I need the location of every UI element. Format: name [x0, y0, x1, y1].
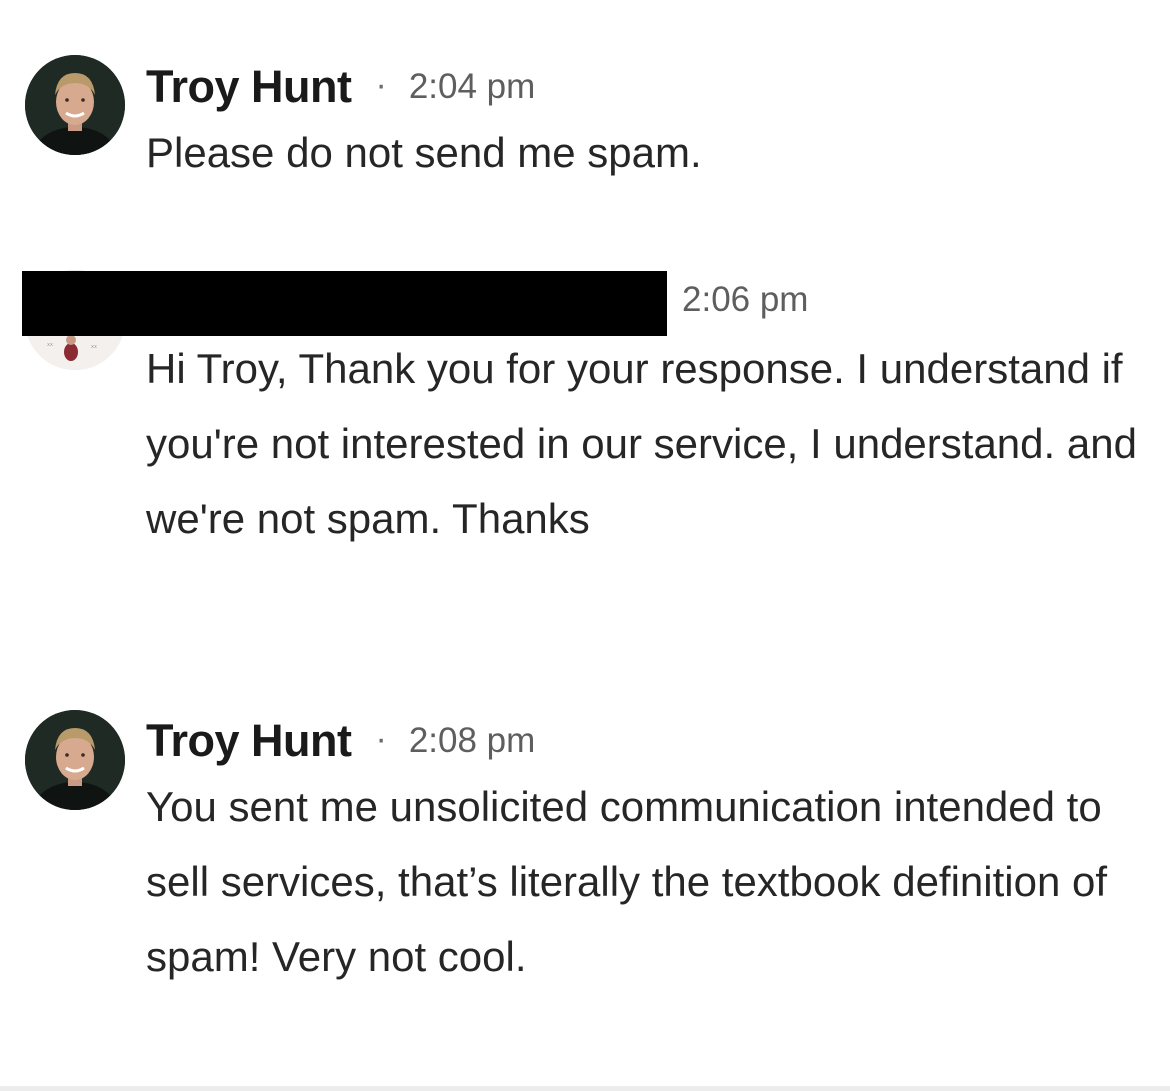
message-timestamp: 2:04 pm [408, 67, 536, 106]
message-text: Hi Troy, Thank you for your response. I … [146, 345, 1137, 542]
message-timestamp: 2:08 pm [408, 721, 536, 760]
message-text: You sent me unsolicited communication in… [146, 783, 1108, 980]
message-timestamp: 2:06 pm [682, 280, 809, 319]
svg-text:xx: xx [91, 344, 97, 350]
avatar-troy-hunt[interactable] [25, 710, 125, 810]
message-header: Troy Hunt · 2:08 pm [146, 711, 535, 771]
avatar-photo-icon [25, 55, 125, 155]
sender-name[interactable]: Troy Hunt [146, 715, 352, 767]
message-text: Please do not send me spam. [146, 129, 702, 176]
avatar-photo-icon [25, 710, 125, 810]
redacted-sender-name [22, 271, 667, 336]
sender-name[interactable]: Troy Hunt [146, 61, 352, 113]
svg-text:xx: xx [47, 342, 53, 348]
message-header: Troy Hunt · 2:04 pm [146, 57, 535, 117]
avatar-troy-hunt[interactable] [25, 55, 125, 155]
message-header: 2:06 pm [682, 270, 808, 330]
separator-dot: · [375, 65, 387, 104]
bottom-divider [0, 1086, 1170, 1091]
separator-dot: · [375, 719, 387, 758]
